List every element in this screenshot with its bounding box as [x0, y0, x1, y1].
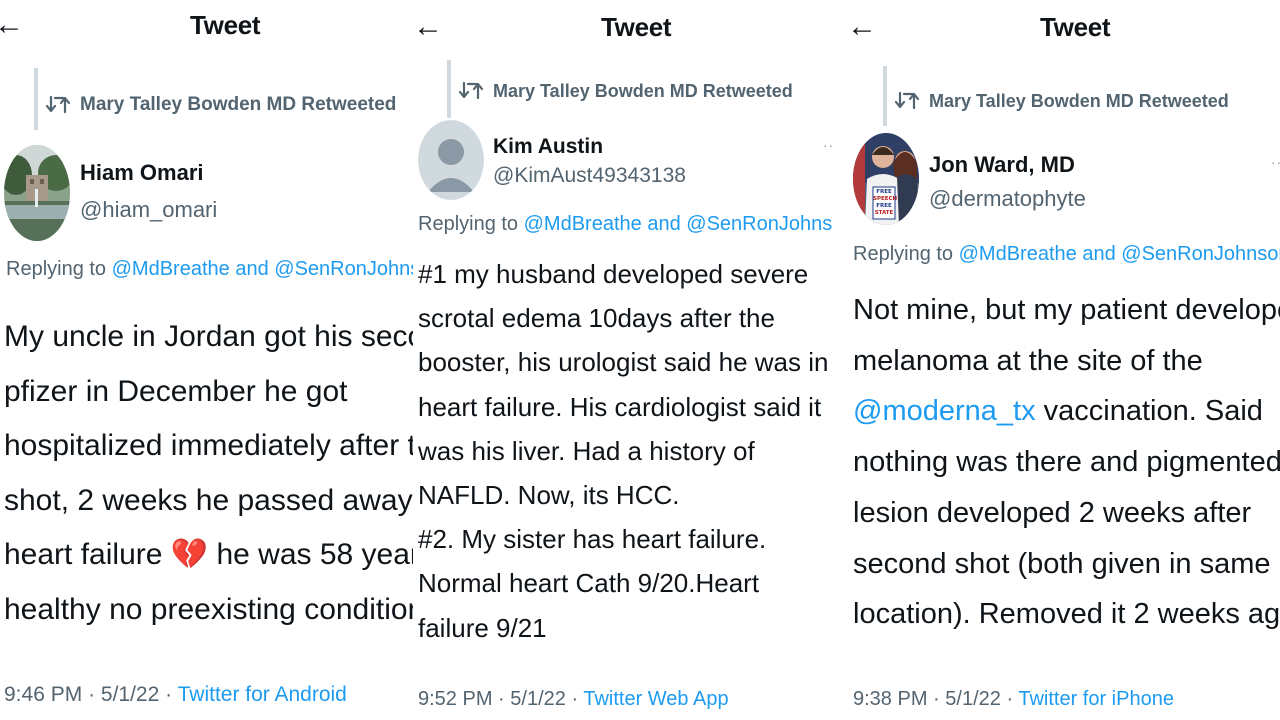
- thread-line: [447, 60, 451, 118]
- tweet-panel-2: ← Tweet Mary Talley Bowden MD Retweeted …: [413, 0, 833, 720]
- tweet-text: Not mine, but my patient developed melan…: [853, 285, 1280, 640]
- page-title: Tweet: [601, 12, 672, 42]
- display-name[interactable]: Hiam Omari: [80, 160, 204, 186]
- tweet-source-link[interactable]: Twitter for iPhone: [1018, 688, 1174, 710]
- tweet-meta: 9:52 PM · 5/1/22 · Twitter Web App: [418, 688, 729, 711]
- mention-link[interactable]: @MdBreathe: [112, 258, 230, 280]
- tweet-time: 9:46 PM: [4, 683, 83, 706]
- separator: ·: [165, 683, 173, 706]
- page-title: Tweet: [190, 10, 261, 40]
- tweet-time: 9:52 PM: [418, 688, 493, 710]
- user-handle[interactable]: @hiam_omari: [80, 197, 217, 223]
- back-arrow-icon[interactable]: ←: [0, 10, 24, 40]
- mention-link[interactable]: @SenRonJohnson: [274, 258, 413, 280]
- mention-link[interactable]: @MdBreathe: [524, 213, 642, 235]
- retweeted-by-label: Mary Talley Bowden MD Retweeted: [80, 94, 397, 115]
- replying-to: Replying to @MdBreathe and @SenRonJohnso…: [853, 243, 1280, 266]
- retweet-context[interactable]: Mary Talley Bowden MD Retweeted: [459, 80, 793, 102]
- tweet-text-line: NAFLD. Now, its HCC.: [418, 480, 680, 511]
- tweet-text-line: @moderna_tx vaccination. Said: [853, 395, 1263, 428]
- tweet-text-line: shot, 2 weeks he passed away fror: [4, 483, 413, 517]
- avatar[interactable]: [4, 145, 70, 241]
- tweet-text-line: lesion developed 2 weeks after: [853, 496, 1252, 529]
- retweet-icon: [459, 80, 483, 102]
- tweet-source-link[interactable]: Twitter for Android: [178, 683, 347, 706]
- back-arrow-icon[interactable]: ←: [847, 12, 877, 42]
- mention-link[interactable]: @SenRonJohnson: [686, 213, 833, 235]
- replying-to: Replying to @MdBreathe and @SenRonJohnso…: [418, 213, 833, 236]
- more-icon[interactable]: ··: [823, 137, 833, 153]
- separator: ·: [1006, 688, 1014, 710]
- display-name[interactable]: Kim Austin: [493, 135, 603, 159]
- display-name[interactable]: Jon Ward, MD: [929, 152, 1075, 178]
- tweet-text-line: nothing was there and pigmented: [853, 446, 1280, 479]
- thread-line: [34, 68, 38, 130]
- tweet-text-line: booster, his urologist said he was in: [418, 347, 829, 378]
- user-handle[interactable]: @dermatophyte: [929, 186, 1086, 212]
- tweet-text: My uncle in Jordan got his second pfizer…: [4, 310, 413, 638]
- more-icon[interactable]: ··: [1271, 154, 1280, 170]
- replying-to: Replying to @MdBreathe and @SenRonJohnso…: [6, 258, 413, 281]
- tweet-panel-1: ← Tweet Mary Talley Bowden MD Retweeted …: [0, 0, 413, 720]
- tweet-text-line: failure 9/21: [418, 612, 547, 643]
- thread-line: [883, 66, 887, 126]
- retweet-context[interactable]: Mary Talley Bowden MD Retweeted: [46, 94, 396, 116]
- retweet-context[interactable]: Mary Talley Bowden MD Retweeted: [895, 90, 1229, 112]
- separator: ·: [571, 688, 579, 710]
- retweeted-by-label: Mary Talley Bowden MD Retweeted: [493, 80, 793, 101]
- tweet-text-line: My uncle in Jordan got his second: [4, 320, 413, 353]
- tweet-date: 5/1/22: [100, 683, 160, 706]
- separator: ·: [933, 688, 940, 710]
- retweeted-by-label: Mary Talley Bowden MD Retweeted: [929, 90, 1229, 111]
- tweet-source-link[interactable]: Twitter Web App: [583, 688, 728, 710]
- mention-link[interactable]: @moderna_tx: [853, 395, 1036, 427]
- page-title: Tweet: [1040, 12, 1111, 42]
- tweet-date: 5/1/22: [510, 688, 566, 710]
- tweet-meta: 9:38 PM · 5/1/22 · Twitter for iPhone: [853, 688, 1174, 711]
- separator: ·: [498, 688, 505, 710]
- avatar[interactable]: [418, 120, 484, 200]
- tweet-text-line: scrotal edema 10days after the: [418, 303, 775, 334]
- avatar[interactable]: FREE SPEECH FREE STATE: [853, 133, 919, 225]
- tweet-text: #1 my husband developed severe scrotal e…: [418, 252, 828, 650]
- back-arrow-icon[interactable]: ←: [413, 12, 443, 42]
- avatar-sign: FREE SPEECH FREE STATE: [873, 189, 898, 216]
- tweet-text-line: melanoma at the site of the: [853, 344, 1203, 377]
- retweet-icon: [895, 90, 919, 112]
- tweet-text-line: hospitalized immediately after the: [4, 429, 413, 463]
- tweet-meta: 9:46 PM · 5/1/22 · Twitter for Android: [4, 683, 347, 707]
- separator: ·: [88, 683, 96, 706]
- tweet-text-line: was his liver. Had a history of: [418, 435, 755, 466]
- tweet-date: 5/1/22: [945, 688, 1001, 710]
- tweet-text-line: Normal heart Cath 9/20.Heart: [418, 568, 760, 599]
- mention-link[interactable]: @SenRonJohnson: [1121, 243, 1280, 265]
- tweet-text-line: #1 my husband developed severe: [418, 259, 809, 289]
- mention-link[interactable]: @MdBreathe: [959, 243, 1077, 265]
- tweet-text-line: location). Removed it 2 weeks ago.: [853, 598, 1280, 631]
- tweet-text-line: #2. My sister has heart failure.: [418, 524, 767, 555]
- tweet-text-line: Not mine, but my patient developed: [853, 294, 1280, 326]
- tweet-text-line: heart failure 💔 he was 58 years,: [4, 538, 413, 572]
- tweet-text-line: pfizer in December he got: [4, 374, 348, 408]
- tweet-panel-3: ← Tweet Mary Talley Bowden MD Retweeted …: [833, 0, 1280, 720]
- tweet-time: 9:38 PM: [853, 688, 928, 710]
- tweet-text-line: second shot (both given in same: [853, 547, 1271, 580]
- tweet-text-line: healthy no preexisting conditions.: [4, 592, 413, 626]
- tweet-text-line: heart failure. His cardiologist said it: [418, 391, 822, 422]
- retweet-icon: [46, 94, 70, 116]
- user-handle[interactable]: @KimAust49343138: [493, 164, 686, 188]
